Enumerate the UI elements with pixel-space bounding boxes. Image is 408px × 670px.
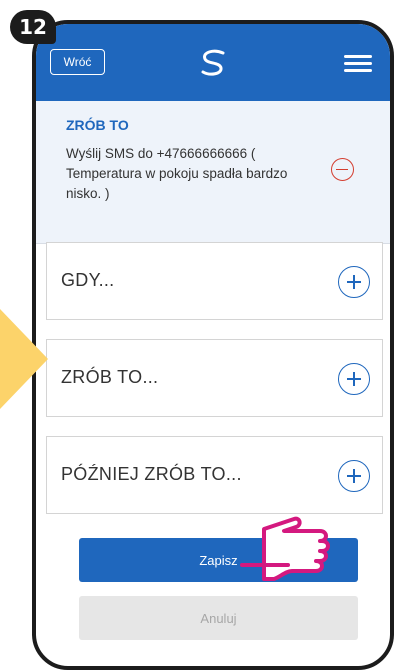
back-button[interactable]: Wróć (50, 49, 105, 75)
app-header: Wróć (36, 24, 390, 101)
row-when-label: GDY... (61, 270, 115, 290)
hamburger-menu-icon[interactable] (344, 55, 372, 72)
row-do[interactable]: ZRÓB TO... (46, 339, 383, 417)
action-card-text: Wyślij SMS do +47666666666 ( Temperatura… (66, 146, 288, 201)
action-card-title: ZRÓB TO (66, 117, 129, 133)
plus-circle-icon[interactable] (338, 266, 370, 298)
row-when[interactable]: GDY... (46, 242, 383, 320)
step-number-badge: 12 (10, 10, 56, 44)
phone-frame: Wróć ZRÓB TO Wyślij SMS do +47666666666 … (32, 20, 394, 670)
brand-s-logo-icon (196, 48, 230, 78)
minus-circle-icon[interactable] (331, 158, 354, 181)
arrow-indicator-icon (0, 309, 50, 409)
plus-circle-icon[interactable] (338, 363, 370, 395)
row-later[interactable]: PÓŹNIEJ ZRÓB TO... (46, 436, 383, 514)
row-later-label: PÓŹNIEJ ZRÓB TO... (61, 464, 242, 484)
plus-circle-icon[interactable] (338, 460, 370, 492)
action-card: ZRÓB TO Wyślij SMS do +47666666666 ( Tem… (36, 101, 390, 244)
pointing-hand-icon (236, 515, 336, 587)
row-do-label: ZRÓB TO... (61, 367, 159, 387)
cancel-button[interactable]: Anuluj (79, 596, 358, 640)
